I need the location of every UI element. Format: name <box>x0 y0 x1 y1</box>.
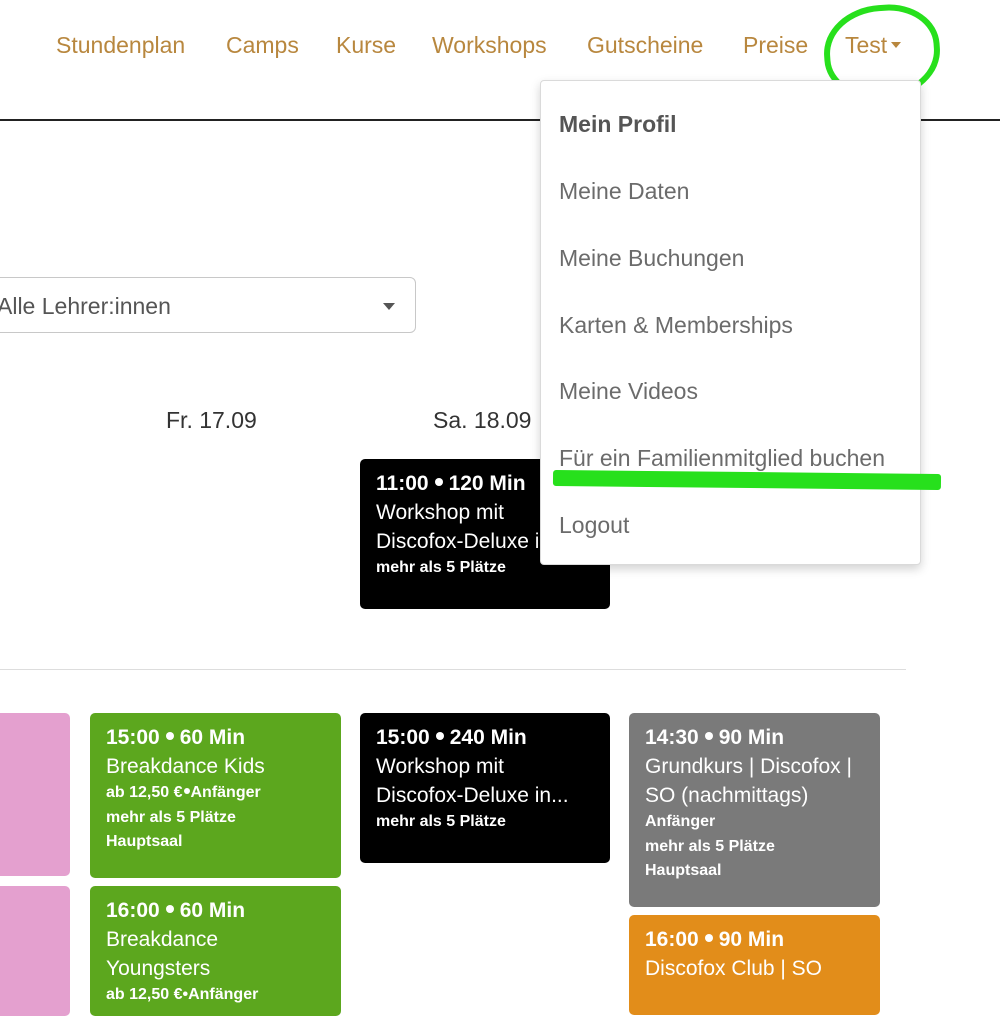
card-title-line-1: Grundkurs | Discofox | <box>645 755 852 778</box>
menu-item-meine-videos[interactable]: Meine Videos <box>559 378 698 405</box>
teacher-select-value: Alle Lehrer:innen <box>0 293 171 319</box>
class-card-breakdance-youngsters[interactable]: 16:00 60 Min Breakdance Youngsters ab 12,… <box>90 886 341 1016</box>
row-divider <box>0 669 906 670</box>
class-card-grundkurs[interactable]: 14:30 90 Min Grundkurs | Discofox | SO (n… <box>629 713 880 907</box>
card-title: Breakdance Kids <box>106 755 265 778</box>
dot-icon <box>165 732 174 741</box>
day-label-fri: Fr. 17.09 <box>166 407 257 433</box>
dot-icon <box>435 732 444 741</box>
card-title-line-2: Discofox-Deluxe in... <box>376 784 569 807</box>
day-label-sat: Sa. 18.09 <box>433 407 532 433</box>
card-spots: mehr als 5 Plätze <box>645 837 775 855</box>
nav-gutscheine[interactable]: Gutscheine <box>587 32 703 59</box>
menu-item-familienmitglied-buchen[interactable]: Für ein Familienmitglied buchen <box>559 445 885 472</box>
card-time: 15:00 240 Min <box>376 726 527 749</box>
menu-item-karten-memberships[interactable]: Karten & Memberships <box>559 312 793 339</box>
card-room: Hauptsaal <box>106 833 183 850</box>
dot-icon <box>704 934 713 943</box>
class-card-workshop-1500[interactable]: 15:00 240 Min Workshop mit Discofox-Delux… <box>360 713 610 863</box>
card-time: 16:00 90 Min <box>645 928 785 951</box>
nav-camps[interactable]: Camps <box>226 32 299 59</box>
nav-kurse[interactable]: Kurse <box>336 32 396 59</box>
class-card-pink-1[interactable] <box>0 713 70 876</box>
card-room: Hauptsaal <box>645 862 722 879</box>
class-card-pink-2[interactable] <box>0 886 70 1016</box>
card-level: Anfänger <box>645 813 716 830</box>
card-title-line-2: SO (nachmittags) <box>645 784 809 807</box>
card-price-level: ab 12,50 €•Anfänger <box>106 986 259 1003</box>
card-time: 16:00 60 Min <box>106 899 246 922</box>
chevron-down-icon <box>383 303 395 310</box>
card-time: 14:30 90 Min <box>645 726 785 749</box>
nav-preise[interactable]: Preise <box>743 32 808 59</box>
dot-icon <box>434 478 443 487</box>
nav-workshops[interactable]: Workshops <box>432 32 547 59</box>
class-card-discofox-club[interactable]: 16:00 90 Min Discofox Club | SO <box>629 915 880 1015</box>
card-title-line-1: Workshop mit <box>376 755 504 778</box>
dot-icon <box>183 787 190 794</box>
class-card-breakdance-kids[interactable]: 15:00 60 Min Breakdance Kids ab 12,50 € An… <box>90 713 341 878</box>
menu-item-meine-buchungen[interactable]: Meine Buchungen <box>559 245 744 272</box>
nav-stundenplan[interactable]: Stundenplan <box>56 32 185 59</box>
card-title-line-1: Breakdance <box>106 928 219 951</box>
card-spots: mehr als 5 Plätze <box>376 813 506 830</box>
card-spots: mehr als 5 Plätze <box>106 808 236 826</box>
teacher-select[interactable]: Alle Lehrer:innen <box>0 277 416 333</box>
card-title-line-2: Youngsters <box>106 957 211 980</box>
menu-item-meine-daten[interactable]: Meine Daten <box>559 178 689 205</box>
dropdown-header: Mein Profil <box>559 111 677 137</box>
menu-item-logout[interactable]: Logout <box>559 512 629 539</box>
dot-icon <box>165 905 174 914</box>
card-price-level: ab 12,50 € Anfänger <box>106 784 261 801</box>
card-time: 15:00 60 Min <box>106 726 246 749</box>
card-title: Discofox Club | SO <box>645 957 823 980</box>
dot-icon <box>704 732 713 741</box>
user-dropdown-menu: Mein Profil Meine Daten Meine Buchungen … <box>540 80 921 565</box>
